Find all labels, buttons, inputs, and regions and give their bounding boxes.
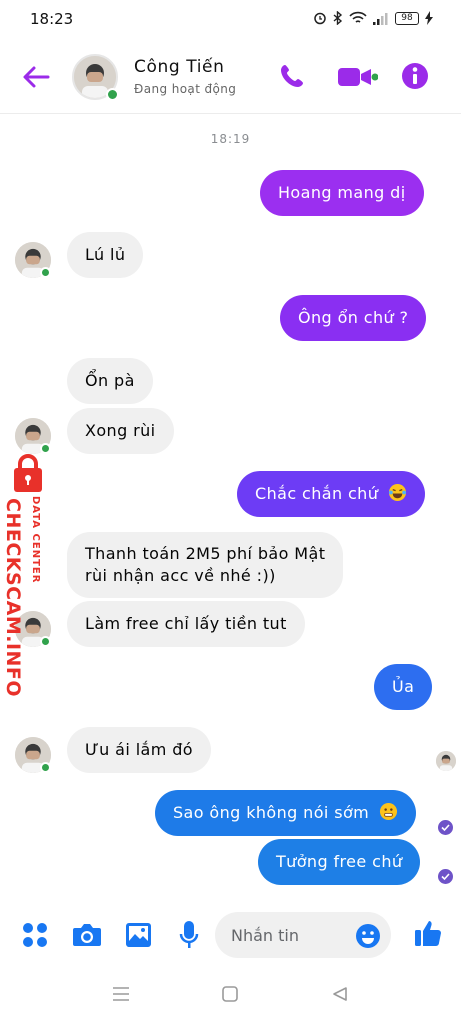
message-text: Ưu ái lắm đó [85, 740, 193, 759]
grimacing-emoji [379, 802, 397, 821]
menu-icon[interactable] [112, 986, 130, 1002]
chat-header: Công Tiến Đang hoạt động [0, 40, 461, 114]
watermark-sub-text: DATA CENTER [30, 496, 41, 584]
camera-icon[interactable] [72, 922, 102, 948]
message-bubble-received[interactable]: Ổn pà [67, 358, 153, 404]
back-triangle-icon[interactable] [332, 986, 348, 1002]
message-text: Lú lủ [85, 245, 126, 264]
message-bubble-sent[interactable]: Ủa [374, 664, 433, 710]
message-text: Làm free chỉ lấy tiền tut [85, 614, 287, 633]
android-nav-bar [0, 970, 461, 1024]
arrow-left-icon[interactable] [20, 62, 52, 92]
phone-icon[interactable] [278, 62, 306, 90]
message-text: Tưởng free chứ [276, 852, 403, 871]
lock-icon [14, 454, 42, 492]
message-text: Xong rùi [85, 421, 156, 440]
message-text: Ổn pà [85, 371, 135, 390]
message-bubble-sent[interactable]: Hoang mang dị [260, 170, 424, 216]
message-bubble-received[interactable]: Ưu ái lắm đó [67, 727, 211, 773]
message-bubble-sent[interactable]: Tưởng free chứ [258, 839, 421, 885]
message-text: Sao ông không nói sớm [173, 803, 370, 822]
laughing-tears-emoji [388, 483, 406, 502]
online-indicator [40, 267, 51, 278]
contact-status: Đang hoạt động [134, 82, 237, 96]
time-separator: 18:19 [210, 132, 251, 146]
four-dots-icon[interactable] [22, 922, 48, 948]
message-bubble-received[interactable]: Lú lủ [67, 232, 144, 278]
contact-name[interactable]: Công Tiến [134, 57, 224, 77]
charging-icon [425, 11, 433, 25]
smiley-icon[interactable] [355, 923, 381, 949]
message-text-line: Thanh toán 2M5 phí bảo Mật [85, 544, 326, 563]
message-text: Chắc chắn chứ [255, 484, 379, 503]
message-bubble-received[interactable]: Thanh toán 2M5 phí bảo Mật rùi nhận acc … [67, 532, 344, 598]
home-icon[interactable] [222, 986, 238, 1002]
message-composer [0, 900, 461, 970]
message-bubble-sent[interactable]: Chắc chắn chứ [237, 471, 425, 517]
wifi-icon [349, 11, 367, 23]
bluetooth-icon [333, 11, 343, 25]
delivered-check-icon [438, 869, 453, 884]
message-text: Ủa [392, 677, 415, 696]
alarm-icon [314, 12, 326, 25]
microphone-icon[interactable] [179, 920, 199, 950]
contact-avatar[interactable] [72, 54, 119, 101]
battery-icon: 98 [395, 11, 419, 25]
online-indicator [40, 762, 51, 773]
video-camera-icon[interactable] [338, 66, 378, 88]
image-icon[interactable] [125, 922, 152, 948]
thumbs-up-icon[interactable] [413, 918, 443, 948]
status-icons: 98 [313, 11, 433, 25]
message-bubble-sent[interactable]: Sao ông không nói sớm [155, 790, 416, 836]
watermark-main-text: CHECKSCAM.INFO [2, 498, 24, 698]
message-bubble-received[interactable]: Xong rùi [67, 408, 174, 454]
message-bubble-sent[interactable]: Ông ổn chứ ? [280, 295, 427, 341]
read-receipt-avatar [436, 751, 456, 771]
info-icon[interactable] [401, 62, 429, 90]
delivered-check-icon [438, 820, 453, 835]
message-text-line: rùi nhận acc về nhé :)) [85, 566, 276, 585]
message-text: Ông ổn chứ ? [298, 308, 409, 327]
message-bubble-received[interactable]: Làm free chỉ lấy tiền tut [67, 601, 305, 647]
status-bar: 18:23 98 [0, 0, 461, 40]
message-text: Hoang mang dị [278, 183, 406, 202]
status-time: 18:23 [30, 10, 74, 28]
signal-icon [373, 12, 388, 25]
checkscam-watermark: CHECKSCAM.INFO DATA CENTER [0, 452, 50, 697]
online-indicator [106, 88, 119, 101]
